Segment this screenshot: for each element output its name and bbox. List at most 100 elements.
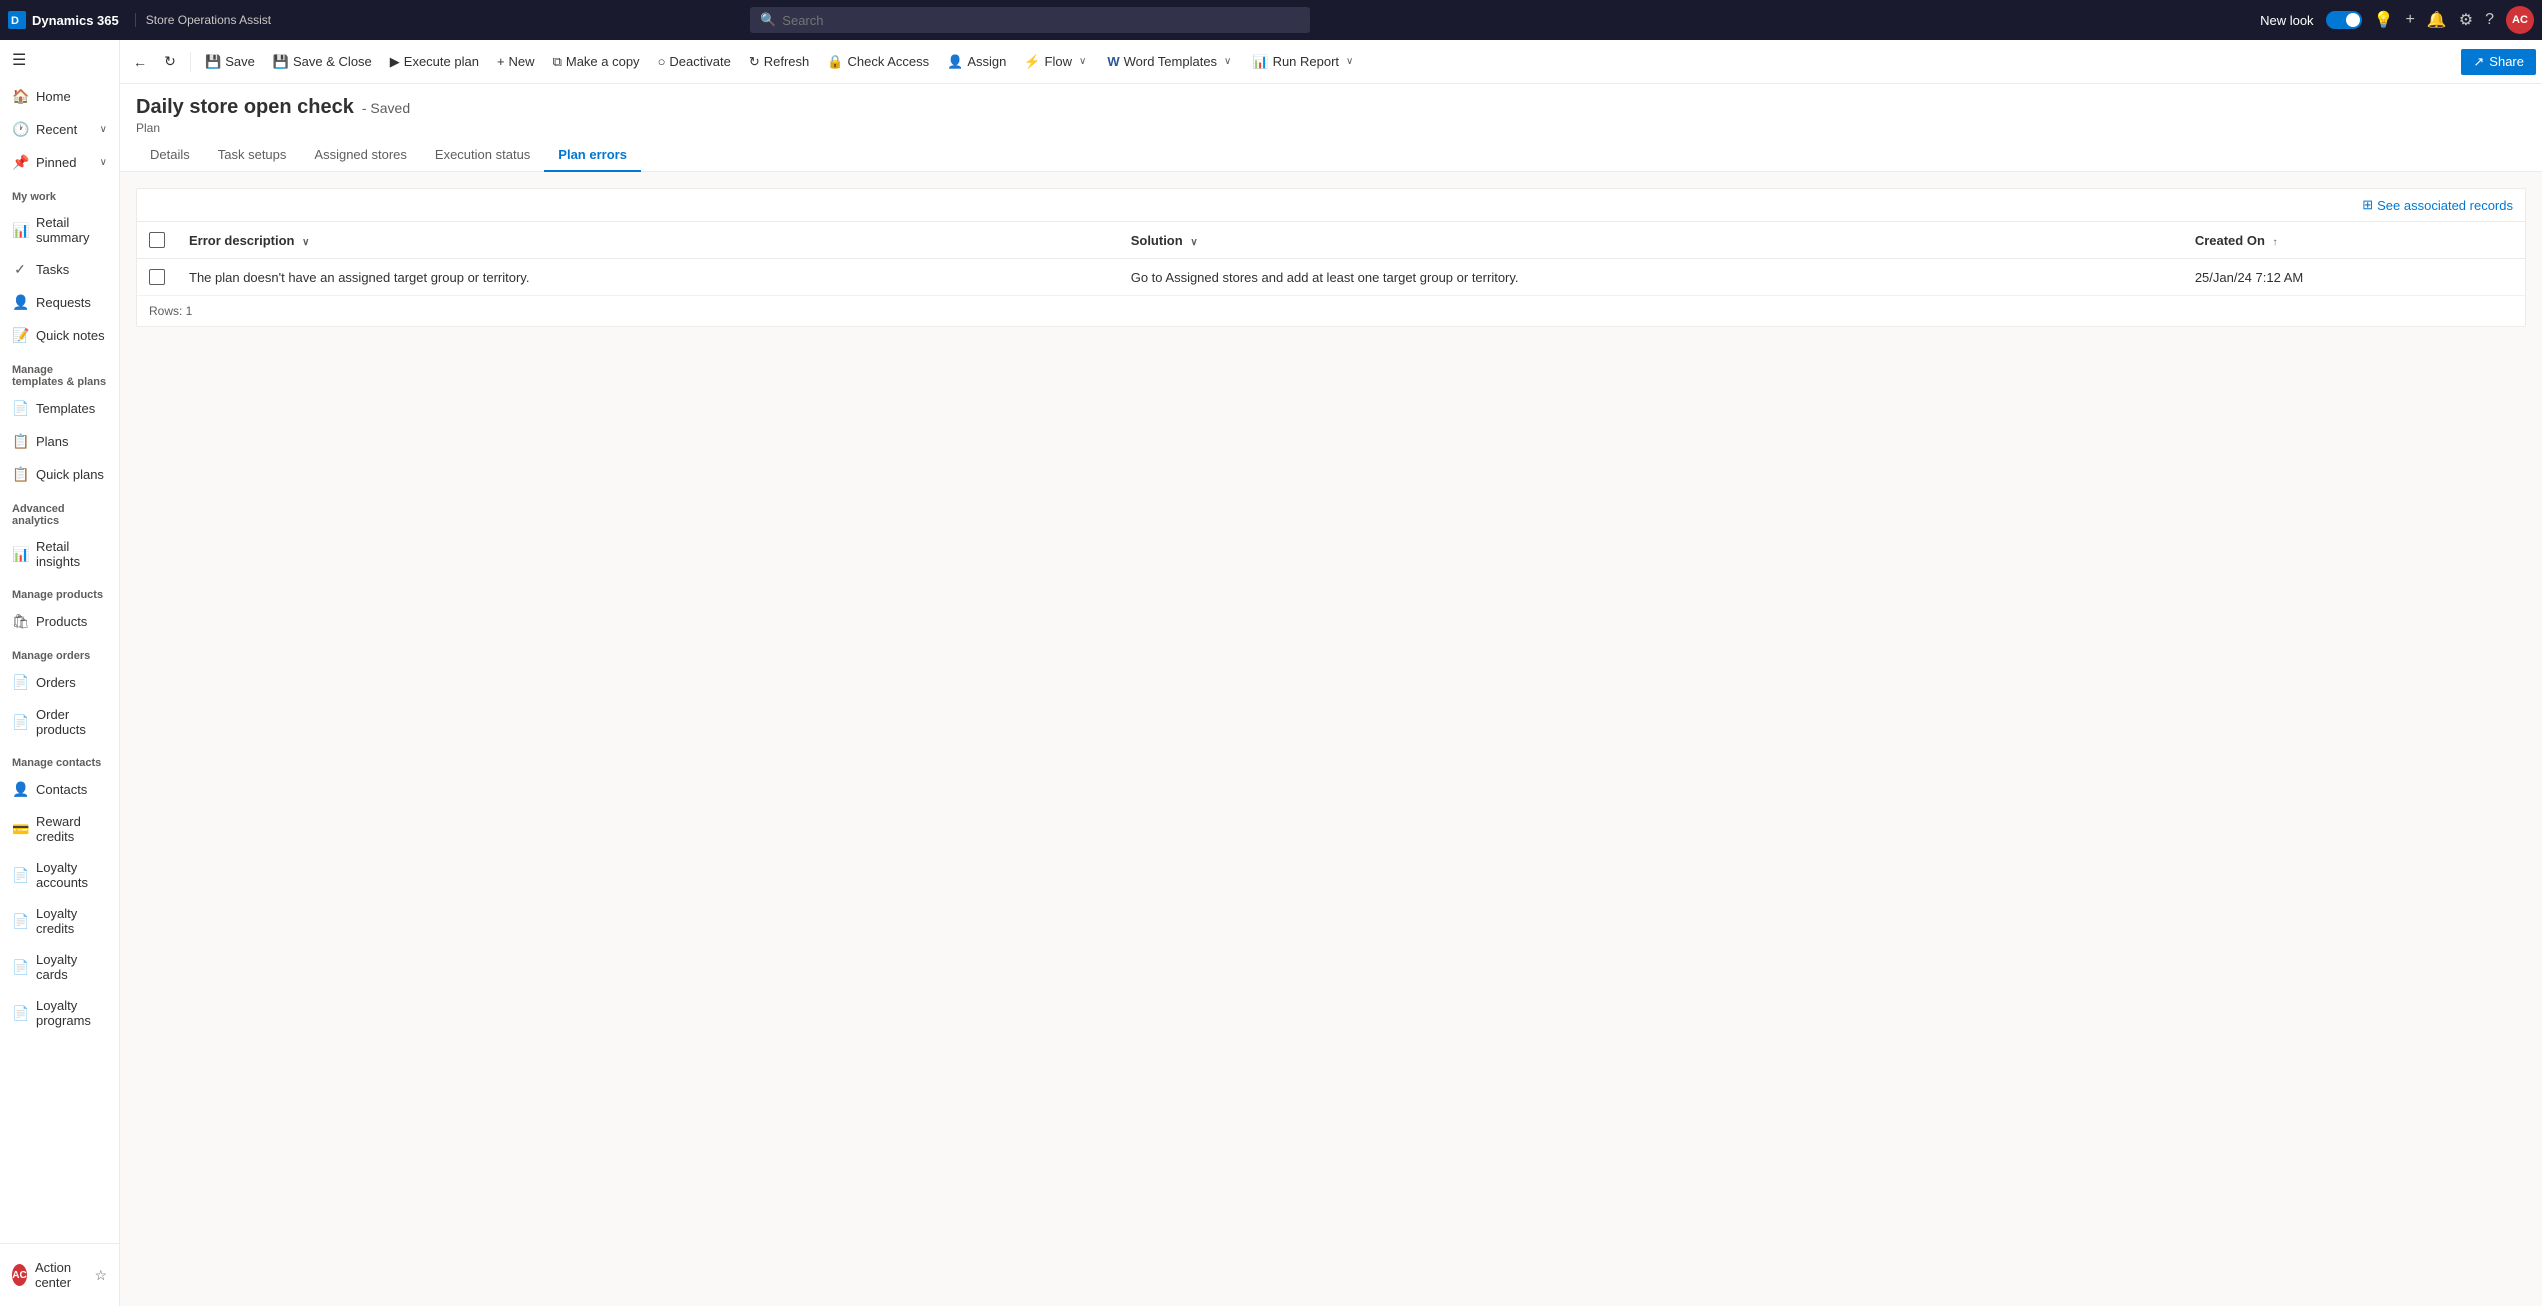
tasks-icon: ✓ (12, 261, 28, 278)
sidebar-item-pinned[interactable]: 📌 Pinned ∨ (0, 146, 119, 179)
share-button[interactable]: ↗ Share (2461, 49, 2536, 75)
sidebar-recent-label: Recent (36, 122, 77, 137)
save-close-button[interactable]: 💾 Save & Close (265, 49, 380, 75)
manage-products-section: Manage products (0, 577, 119, 605)
tab-plan-errors[interactable]: Plan errors (544, 139, 641, 172)
flow-chevron-icon[interactable]: ∨ (1076, 51, 1089, 72)
sidebar-item-requests[interactable]: 👤 Requests (0, 286, 119, 319)
sidebar-item-recent[interactable]: 🕐 Recent ∨ (0, 113, 119, 146)
word-templates-button[interactable]: W Word Templates ∨ (1099, 46, 1242, 77)
help-icon[interactable]: ? (2485, 11, 2494, 29)
refresh-button[interactable]: ↻ Refresh (741, 49, 817, 75)
tab-assigned-stores[interactable]: Assigned stores (300, 139, 421, 172)
sidebar-item-retail-summary[interactable]: 📊 Retail summary (0, 207, 119, 253)
make-copy-button[interactable]: ⧉ Make a copy (545, 49, 648, 75)
row-checkbox[interactable] (149, 269, 165, 285)
user-avatar[interactable]: AC (2506, 6, 2534, 34)
header-select-all[interactable] (137, 222, 177, 259)
sidebar-item-reward-credits[interactable]: 💳 Reward credits (0, 806, 119, 852)
share-icon: ↗ (2473, 54, 2484, 70)
select-all-checkbox[interactable] (149, 232, 165, 248)
sidebar-item-contacts[interactable]: 👤 Contacts (0, 773, 119, 806)
hamburger-menu[interactable]: ☰ (0, 40, 119, 80)
tab-task-setups[interactable]: Task setups (204, 139, 301, 172)
lightbulb-icon[interactable]: 💡 (2374, 10, 2394, 30)
sidebar-retail-insights-label: Retail insights (36, 539, 107, 569)
assign-button[interactable]: 👤 Assign (939, 49, 1014, 75)
quick-notes-icon: 📝 (12, 327, 28, 344)
sidebar-item-loyalty-credits[interactable]: 📄 Loyalty credits (0, 898, 119, 944)
tab-details[interactable]: Details (136, 139, 204, 172)
sidebar-order-products-label: Order products (36, 707, 107, 737)
order-products-icon: 📄 (12, 714, 28, 731)
sidebar: ☰ 🏠 Home 🕐 Recent ∨ 📌 Pinned ∨ My work 📊… (0, 40, 120, 1306)
search-icon: 🔍 (760, 12, 776, 28)
sidebar-item-home[interactable]: 🏠 Home (0, 80, 119, 113)
sidebar-item-tasks[interactable]: ✓ Tasks (0, 253, 119, 286)
deactivate-button[interactable]: ○ Deactivate (650, 49, 739, 74)
row-checkbox-cell[interactable] (137, 259, 177, 296)
requests-icon: 👤 (12, 294, 28, 311)
header-created-on[interactable]: Created On ↑ (2183, 222, 2525, 259)
table-toolbar: ⊞ See associated records (137, 189, 2525, 222)
sidebar-loyalty-credits-label: Loyalty credits (36, 906, 107, 936)
sidebar-item-orders[interactable]: 📄 Orders (0, 666, 119, 699)
sidebar-item-loyalty-programs[interactable]: 📄 Loyalty programs (0, 990, 119, 1036)
word-templates-chevron-icon[interactable]: ∨ (1221, 51, 1234, 72)
page-header: Daily store open check - Saved Plan (120, 84, 2542, 135)
sidebar-item-loyalty-cards[interactable]: 📄 Loyalty cards (0, 944, 119, 990)
rows-count: Rows: 1 (137, 296, 2525, 326)
sidebar-item-plans[interactable]: 📋 Plans (0, 425, 119, 458)
word-templates-icon: W (1107, 54, 1119, 69)
svg-text:D: D (11, 15, 19, 27)
new-look-toggle[interactable] (2326, 11, 2362, 29)
manage-templates-section: Manage templates & plans (0, 352, 119, 392)
sidebar-item-loyalty-accounts[interactable]: 📄 Loyalty accounts (0, 852, 119, 898)
settings-icon[interactable]: ⚙ (2459, 10, 2473, 30)
topbar: D Dynamics 365 Store Operations Assist 🔍… (0, 0, 2542, 40)
save-icon: 💾 (205, 54, 221, 70)
new-button[interactable]: + New (489, 49, 543, 74)
run-report-chevron-icon[interactable]: ∨ (1343, 51, 1356, 72)
table-row: The plan doesn't have an assigned target… (137, 259, 2525, 296)
search-input[interactable] (782, 13, 1300, 28)
header-solution[interactable]: Solution ∨ (1119, 222, 2183, 259)
retail-insights-icon: 📊 (12, 546, 28, 563)
manage-orders-section: Manage orders (0, 638, 119, 666)
sidebar-item-retail-insights[interactable]: 📊 Retail insights (0, 531, 119, 577)
tab-execution-status[interactable]: Execution status (421, 139, 544, 172)
search-bar[interactable]: 🔍 (750, 7, 1310, 33)
run-report-button[interactable]: 📊 Run Report ∨ (1244, 46, 1364, 77)
check-access-button[interactable]: 🔒 Check Access (819, 49, 937, 75)
add-icon[interactable]: + (2405, 11, 2414, 29)
sidebar-item-quick-plans[interactable]: 📋 Quick plans (0, 458, 119, 491)
notifications-icon[interactable]: 🔔 (2427, 10, 2447, 30)
my-work-section: My work (0, 179, 119, 207)
sidebar-orders-label: Orders (36, 675, 76, 690)
forward-button[interactable]: ↻ (156, 48, 184, 76)
save-button[interactable]: 💾 Save (197, 49, 263, 75)
see-associated-records-link[interactable]: ⊞ See associated records (2362, 197, 2513, 213)
plans-icon: 📋 (12, 433, 28, 450)
execute-plan-icon: ▶ (390, 54, 400, 70)
new-icon: + (497, 54, 505, 69)
app-logo-text: Dynamics 365 (32, 13, 119, 28)
action-center-avatar: AC (12, 1264, 27, 1286)
execute-plan-button[interactable]: ▶ Execute plan (382, 49, 487, 75)
dynamics-logo-icon: D (8, 11, 26, 29)
run-report-icon: 📊 (1252, 54, 1268, 70)
make-copy-icon: ⧉ (553, 54, 562, 70)
back-button[interactable]: ← (126, 48, 154, 76)
sidebar-item-templates[interactable]: 📄 Templates (0, 392, 119, 425)
flow-button[interactable]: ⚡ Flow ∨ (1016, 46, 1097, 77)
advanced-analytics-section: Advanced analytics (0, 491, 119, 531)
app-logo: D Dynamics 365 (8, 11, 119, 29)
action-center-item[interactable]: AC Action center ☆ (0, 1252, 119, 1298)
page-breadcrumb: Plan (136, 121, 2526, 135)
sidebar-item-order-products[interactable]: 📄 Order products (0, 699, 119, 745)
header-error-description[interactable]: Error description ∨ (177, 222, 1119, 259)
main-content: ← ↻ 💾 Save 💾 Save & Close ▶ Execute plan… (120, 40, 2542, 1306)
action-center-pin-icon: ☆ (94, 1267, 107, 1284)
sidebar-item-products[interactable]: 🛍 Products (0, 605, 119, 638)
sidebar-item-quick-notes[interactable]: 📝 Quick notes (0, 319, 119, 352)
